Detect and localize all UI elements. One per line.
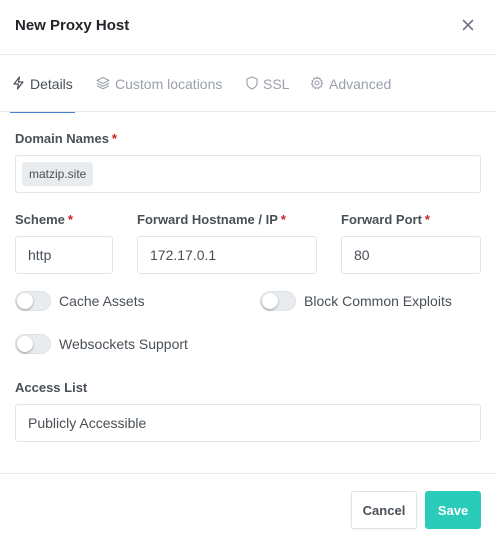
tab-label: Custom locations [115,76,223,92]
cancel-button[interactable]: Cancel [351,491,417,529]
domain-tag[interactable]: matzip.site [22,162,94,186]
access-list-select[interactable]: Publicly Accessible [15,404,481,442]
cache-assets-label: Cache Assets [59,293,145,309]
domain-tag-label: matzip.site [29,167,87,181]
required-marker: * [111,131,117,146]
tab-advanced[interactable]: Advanced [310,56,391,112]
required-marker: * [280,212,286,227]
toggle-switch[interactable] [15,334,51,354]
toggle-switch[interactable] [15,291,51,311]
shield-icon [246,75,263,93]
scheme-label: Scheme * [15,212,73,227]
modal-footer: Cancel Save [0,473,497,541]
toggle-switch[interactable] [260,291,296,311]
forward-port-value: 80 [354,247,370,263]
forward-hostname-value: 172.17.0.1 [150,247,217,263]
required-marker: * [424,212,430,227]
access-list-label: Access List [15,380,88,395]
close-icon[interactable] [457,14,479,36]
domain-names-label: Domain Names * [15,131,117,146]
tab-details[interactable]: Details [10,56,75,113]
save-button[interactable]: Save [425,491,481,529]
websockets-toggle[interactable]: Websockets Support [15,334,188,354]
tab-custom-locations[interactable]: Custom locations [96,56,222,112]
access-list-value: Publicly Accessible [28,415,147,431]
tab-label: SSL [263,76,290,92]
required-marker: * [67,212,73,227]
modal-title: New Proxy Host [15,17,130,34]
gear-icon [310,75,329,93]
scheme-value: http [28,247,52,263]
cache-assets-toggle[interactable]: Cache Assets [15,291,145,311]
tab-bar: Details Custom locations SSL Advanced [0,56,497,113]
block-exploits-label: Block Common Exploits [304,293,452,309]
forward-hostname-label: Forward Hostname / IP * [137,212,286,227]
tab-ssl[interactable]: SSL [246,56,289,112]
tab-label: Advanced [329,76,392,92]
proxy-host-modal: New Proxy Host Details Custom locations … [0,0,497,541]
forward-port-label: Forward Port * [341,212,430,227]
forward-hostname-input[interactable]: 172.17.0.1 [137,236,317,274]
modal-header: New Proxy Host [0,0,497,55]
scheme-input[interactable]: http [15,236,113,274]
forward-port-input[interactable]: 80 [341,236,481,274]
layers-icon [96,76,115,93]
websockets-label: Websockets Support [59,336,188,352]
lightning-icon [12,75,30,93]
tab-label: Details [30,76,73,92]
block-exploits-toggle[interactable]: Block Common Exploits [260,291,452,311]
